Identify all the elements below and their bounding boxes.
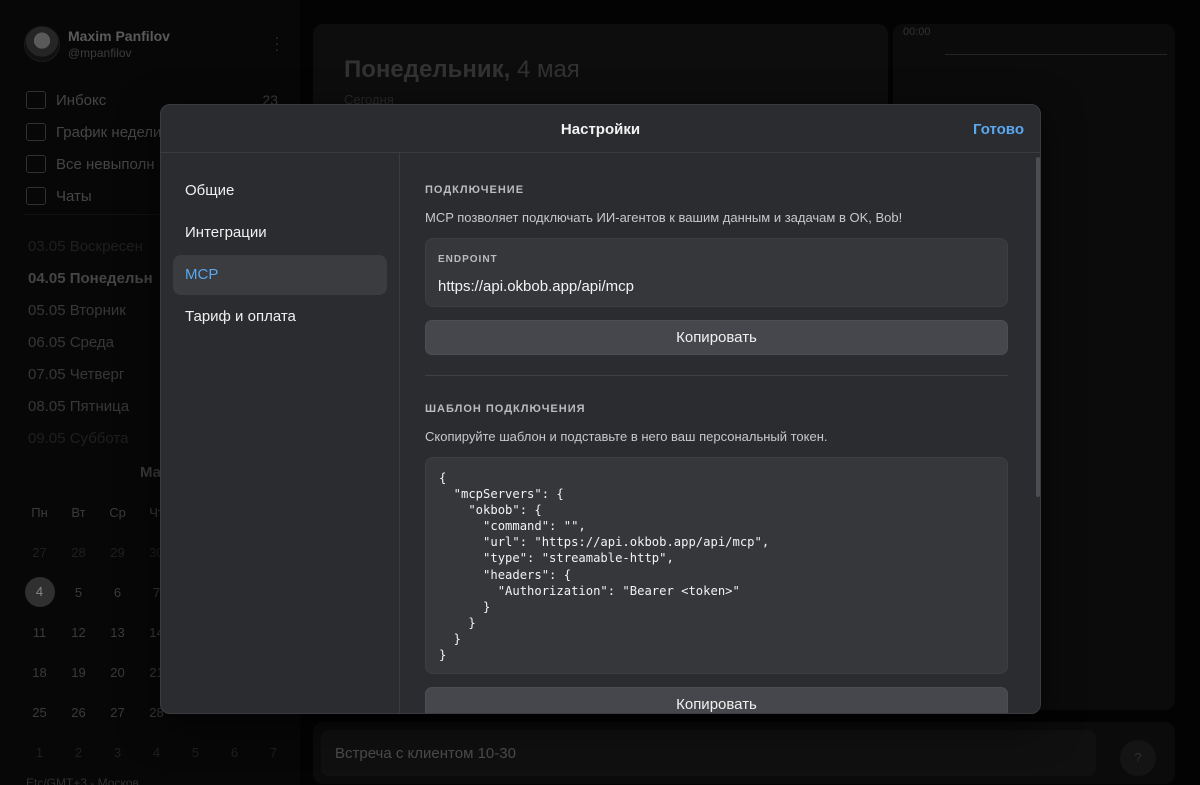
connection-section: ПОДКЛЮЧЕНИЕ MCP позволяет подключать ИИ-… [425, 184, 1008, 225]
scrollbar[interactable] [1036, 157, 1040, 497]
modal-header: Настройки Готово [161, 105, 1040, 153]
endpoint-field[interactable]: ENDPOINT https://api.okbob.app/api/mcp [425, 238, 1008, 307]
done-button[interactable]: Готово [973, 121, 1024, 138]
settings-modal: Настройки Готово Общие Интеграции MCP Та… [160, 104, 1041, 714]
template-section: ШАБЛОН ПОДКЛЮЧЕНИЯ Скопируйте шаблон и п… [425, 403, 1008, 444]
tab-integrations[interactable]: Интеграции [173, 213, 387, 253]
tab-general[interactable]: Общие [173, 171, 387, 211]
section-title: ШАБЛОН ПОДКЛЮЧЕНИЯ [425, 403, 586, 415]
settings-content: ПОДКЛЮЧЕНИЕ MCP позволяет подключать ИИ-… [401, 153, 1040, 713]
copy-template-button[interactable]: Копировать [425, 687, 1008, 713]
copy-endpoint-button[interactable]: Копировать [425, 320, 1008, 355]
config-code-block[interactable]: { "mcpServers": { "okbob": { "command": … [425, 457, 1008, 674]
endpoint-label: ENDPOINT [438, 254, 498, 265]
section-divider [425, 375, 1008, 376]
tab-mcp[interactable]: MCP [173, 255, 387, 295]
config-code: { "mcpServers": { "okbob": { "command": … [439, 471, 770, 663]
modal-title: Настройки [560, 121, 641, 138]
section-description: MCP позволяет подключать ИИ-агентов к ва… [425, 210, 903, 225]
settings-nav: Общие Интеграции MCP Тариф и оплата [161, 153, 400, 713]
section-title: ПОДКЛЮЧЕНИЕ [425, 184, 525, 196]
endpoint-value[interactable]: https://api.okbob.app/api/mcp [438, 278, 634, 295]
section-description: Скопируйте шаблон и подставьте в него ва… [425, 429, 828, 444]
tab-billing[interactable]: Тариф и оплата [173, 297, 387, 337]
